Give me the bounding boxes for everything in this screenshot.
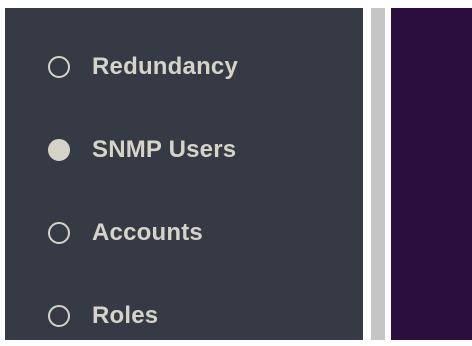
sidebar-item-snmp-users[interactable]: SNMP Users (5, 120, 363, 180)
radio-unselected-icon (48, 222, 70, 244)
sidebar-item-redundancy[interactable]: Redundancy (5, 37, 363, 97)
sidebar-item-label: Accounts (92, 219, 203, 246)
sidebar-nav: Redundancy SNMP Users Accounts Roles (5, 8, 363, 340)
radio-unselected-icon (48, 305, 70, 327)
sidebar-item-label: SNMP Users (92, 136, 237, 163)
app-window: Redundancy SNMP Users Accounts Roles (0, 0, 472, 340)
divider (363, 8, 371, 340)
radio-selected-icon (48, 139, 70, 161)
main-content-panel (391, 8, 472, 340)
sidebar-item-label: Roles (92, 302, 159, 329)
sidebar-item-accounts[interactable]: Accounts (5, 203, 363, 263)
sidebar-item-roles[interactable]: Roles (5, 286, 363, 346)
radio-unselected-icon (48, 56, 70, 78)
sidebar-item-label: Redundancy (92, 53, 239, 80)
sidebar-scrollbar[interactable] (371, 8, 385, 340)
